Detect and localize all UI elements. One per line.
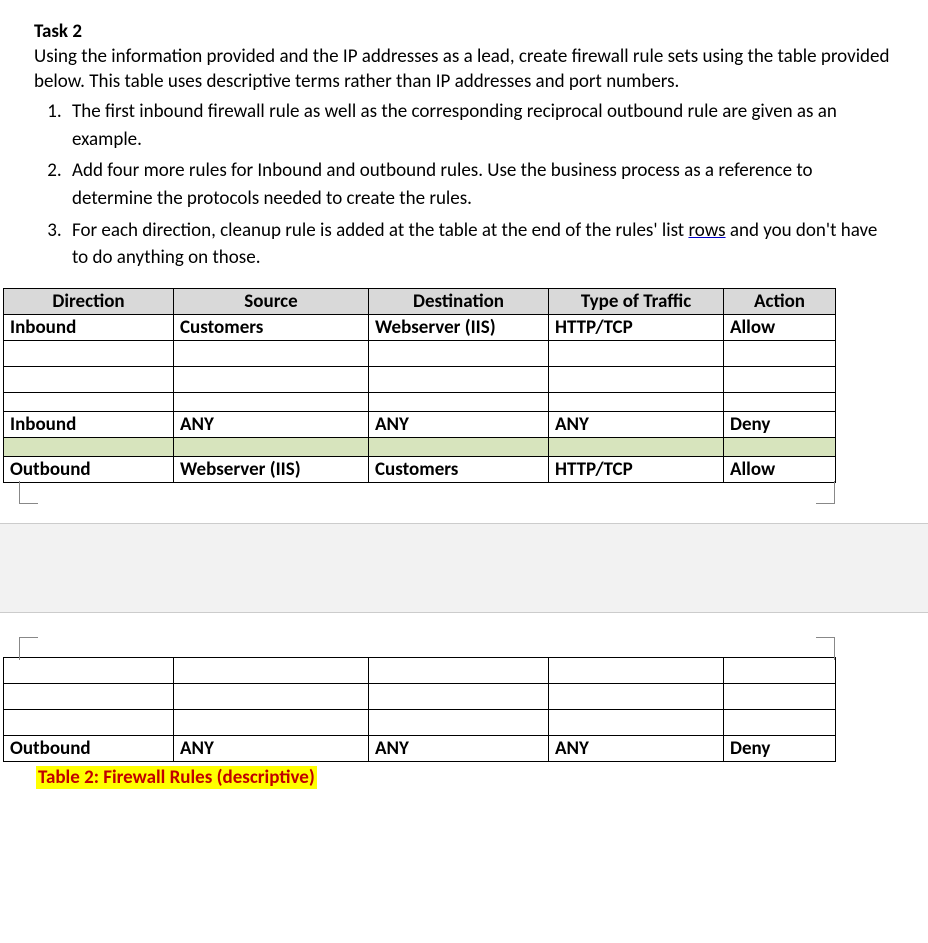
cell: ANY	[369, 411, 549, 437]
table-row: Inbound Customers Webserver (IIS) HTTP/T…	[4, 314, 836, 340]
page-break-marker-top	[3, 635, 835, 657]
col-source: Source	[174, 288, 369, 314]
cell: ANY	[549, 735, 724, 761]
task-intro: Using the information provided and the I…	[34, 45, 894, 94]
table-row-empty	[4, 366, 836, 392]
cell: Webserver (IIS)	[369, 314, 549, 340]
cell: ANY	[369, 735, 549, 761]
cell: ANY	[549, 411, 724, 437]
table-row-empty	[4, 709, 836, 735]
cell: Deny	[724, 411, 836, 437]
cell: ANY	[174, 411, 369, 437]
col-destination: Destination	[369, 288, 549, 314]
page-gap	[0, 523, 928, 613]
task-title: Task 2	[34, 20, 894, 43]
cell: ANY	[174, 735, 369, 761]
cell: Outbound	[4, 456, 174, 482]
table-row-cleanup-inbound: Inbound ANY ANY ANY Deny	[4, 411, 836, 437]
cell: Outbound	[4, 735, 174, 761]
list-item: The first inbound firewall rule as well …	[66, 98, 894, 153]
cell: Customers	[174, 314, 369, 340]
firewall-table-upper: Direction Source Destination Type of Tra…	[3, 288, 836, 483]
underlined-word: rows	[688, 219, 725, 242]
list-item: For each direction, cleanup rule is adde…	[66, 217, 894, 272]
cell: Webserver (IIS)	[174, 456, 369, 482]
table-row-separator	[4, 437, 836, 456]
cell: HTTP/TCP	[549, 456, 724, 482]
cell: Deny	[724, 735, 836, 761]
table-row-empty	[4, 683, 836, 709]
cell: Allow	[724, 456, 836, 482]
cell: Inbound	[4, 411, 174, 437]
list-item: Add four more rules for Inbound and outb…	[66, 157, 894, 212]
col-direction: Direction	[4, 288, 174, 314]
table-row-empty	[4, 657, 836, 683]
table-row-empty	[4, 340, 836, 366]
cell: Inbound	[4, 314, 174, 340]
cell: HTTP/TCP	[549, 314, 724, 340]
table-row-cleanup-outbound: Outbound ANY ANY ANY Deny	[4, 735, 836, 761]
col-action: Action	[724, 288, 836, 314]
cell: Customers	[369, 456, 549, 482]
task-list: The first inbound firewall rule as well …	[66, 98, 894, 271]
firewall-table-lower: Outbound ANY ANY ANY Deny	[3, 657, 836, 762]
table-header-row: Direction Source Destination Type of Tra…	[4, 288, 836, 314]
col-traffic: Type of Traffic	[549, 288, 724, 314]
table-row-outbound-example: Outbound Webserver (IIS) Customers HTTP/…	[4, 456, 836, 482]
table-row-empty	[4, 392, 836, 411]
cell: Allow	[724, 314, 836, 340]
page-break-marker-bottom	[3, 483, 835, 505]
table-caption: Table 2: Firewall Rules (descriptive)	[36, 766, 928, 789]
